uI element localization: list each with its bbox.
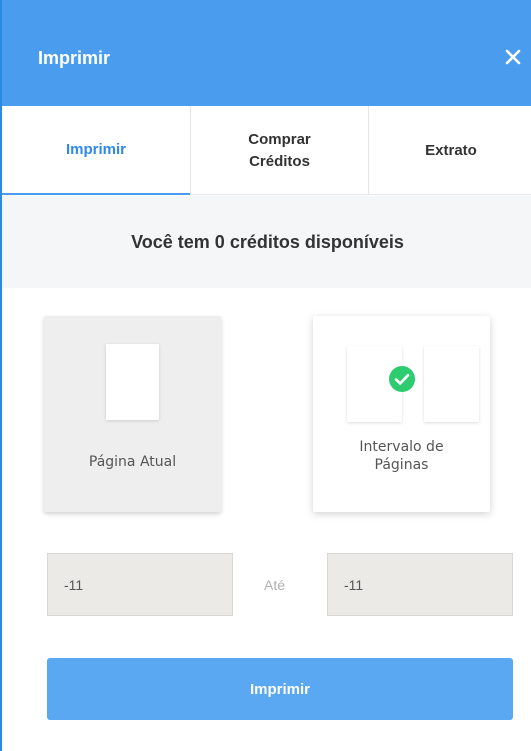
print-dialog: Imprimir Imprimir Comprar Créditos Extra… bbox=[0, 0, 531, 751]
print-button[interactable]: Imprimir bbox=[47, 658, 513, 720]
dialog-header: Imprimir bbox=[2, 0, 531, 106]
tab-imprimir[interactable]: Imprimir bbox=[2, 106, 190, 195]
tab-comprar-creditos[interactable]: Comprar Créditos bbox=[190, 106, 369, 195]
option-page-range[interactable]: Intervalo de Páginas bbox=[313, 316, 490, 512]
tab-comprar-creditos-label: Comprar Créditos bbox=[248, 130, 311, 170]
check-icon bbox=[389, 366, 415, 392]
credits-message: Você tem 0 créditos disponíveis bbox=[131, 231, 404, 252]
range-from-input[interactable]: -11 bbox=[47, 553, 233, 616]
page-icon bbox=[106, 344, 159, 420]
range-to-input[interactable]: -11 bbox=[327, 553, 513, 616]
tab-bar: Imprimir Comprar Créditos Extrato bbox=[2, 106, 531, 195]
page-icon bbox=[424, 346, 479, 422]
close-icon[interactable] bbox=[502, 46, 524, 68]
option-current-page[interactable]: Página Atual bbox=[44, 316, 221, 512]
tab-extrato[interactable]: Extrato bbox=[369, 106, 531, 195]
option-current-page-label: Página Atual bbox=[88, 454, 177, 470]
range-separator: Até bbox=[264, 577, 286, 593]
credits-banner: Você tem 0 créditos disponíveis bbox=[2, 196, 531, 288]
option-page-range-label: Intervalo de Páginas bbox=[359, 439, 444, 473]
dialog-title: Imprimir bbox=[38, 48, 111, 68]
